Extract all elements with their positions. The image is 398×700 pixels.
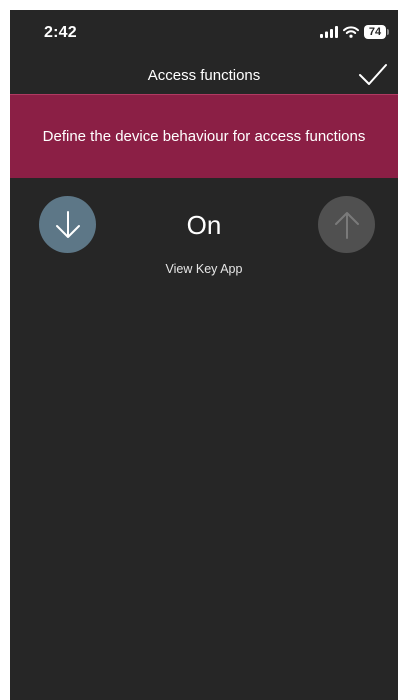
info-banner: Define the device behaviour for access f… bbox=[10, 94, 398, 178]
banner-text: Define the device behaviour for access f… bbox=[42, 128, 366, 145]
page-title: Access functions bbox=[147, 67, 261, 84]
battery-icon: 74 bbox=[364, 25, 389, 39]
status-bar: 2:42 74 bbox=[10, 10, 398, 56]
confirm-button[interactable] bbox=[356, 60, 390, 90]
increase-button[interactable] bbox=[318, 196, 375, 253]
nav-header: Access functions bbox=[10, 56, 398, 94]
app-screen: 2:42 74 Access functions Define the devi… bbox=[10, 10, 398, 700]
status-time: 2:42 bbox=[44, 24, 77, 41]
checkmark-icon bbox=[359, 64, 387, 85]
wifi-icon bbox=[343, 26, 359, 38]
state-control: On bbox=[10, 196, 398, 256]
status-icons: 74 bbox=[320, 24, 389, 40]
mode-subtitle: View Key App bbox=[165, 262, 243, 276]
arrow-up-icon bbox=[334, 211, 359, 239]
signal-icon bbox=[320, 26, 338, 38]
